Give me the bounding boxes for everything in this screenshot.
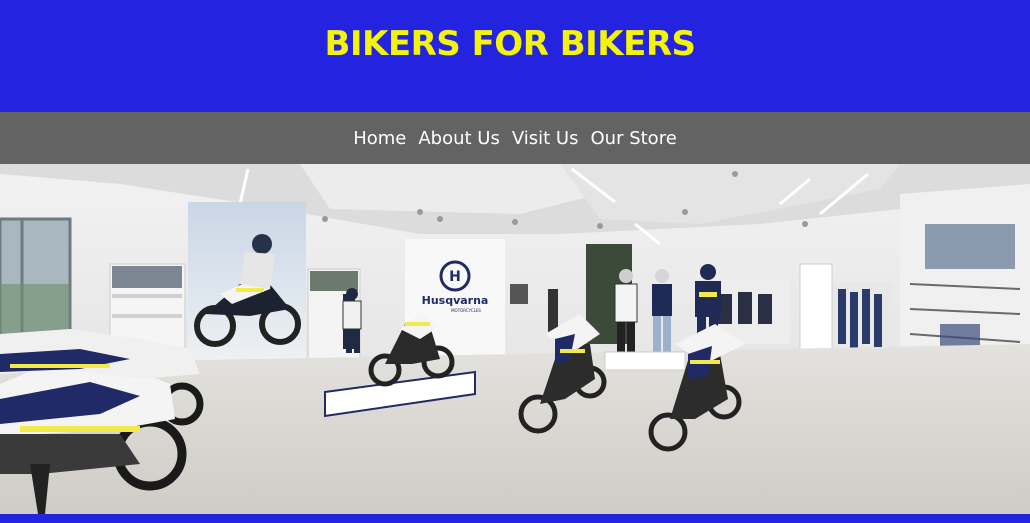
showroom-hero-image: H Husqvarna MOTORCYCLES bbox=[0, 164, 1030, 514]
doorway bbox=[799, 263, 833, 355]
wall-screen bbox=[510, 284, 528, 304]
main-nav: Home About Us Visit Us Our Store bbox=[0, 112, 1030, 164]
nav-home-link[interactable]: Home bbox=[353, 128, 406, 149]
display-plinth bbox=[604, 351, 686, 371]
wall-poster bbox=[925, 224, 1015, 269]
svg-text:H: H bbox=[449, 269, 461, 285]
brand-logo-text: Husqvarna bbox=[422, 294, 489, 307]
nav-store-link[interactable]: Our Store bbox=[591, 128, 677, 149]
site-title: BIKERS FOR BIKERS bbox=[324, 24, 696, 64]
nav-about-link[interactable]: About Us bbox=[418, 128, 500, 149]
showroom-illustration: H Husqvarna MOTORCYCLES bbox=[0, 164, 1030, 514]
nav-visit-link[interactable]: Visit Us bbox=[512, 128, 579, 149]
site-header: BIKERS FOR BIKERS bbox=[0, 0, 1030, 112]
footer-bar bbox=[0, 514, 1030, 523]
brand-logo-subtext: MOTORCYCLES bbox=[451, 308, 481, 313]
